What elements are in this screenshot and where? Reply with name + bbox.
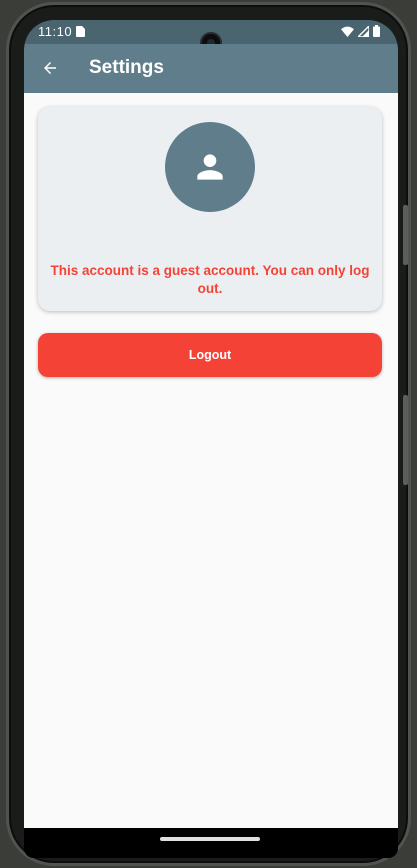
wifi-icon (341, 26, 354, 37)
logout-button[interactable]: Logout (38, 333, 382, 377)
power-button (403, 395, 408, 485)
battery-icon (373, 25, 380, 37)
arrow-back-icon (44, 62, 56, 74)
sim-card-icon (76, 26, 85, 37)
page-title: Settings (89, 57, 164, 78)
status-icons (341, 25, 380, 37)
person-icon (197, 154, 223, 180)
avatar (165, 122, 255, 212)
volume-button (403, 205, 408, 265)
back-button[interactable] (34, 52, 66, 84)
app-bar: Settings (24, 44, 398, 93)
guest-account-notice: This account is a guest account. You can… (50, 263, 370, 296)
home-indicator[interactable] (160, 837, 260, 841)
status-time: 11:10 (38, 24, 73, 39)
device-screen: 11:10 Settings This account is a guest a… (24, 20, 398, 858)
profile-card: This account is a guest account. You can… (38, 107, 382, 311)
gesture-nav-bar (24, 828, 398, 858)
settings-content: This account is a guest account. You can… (24, 93, 398, 828)
signal-icon (358, 25, 369, 37)
